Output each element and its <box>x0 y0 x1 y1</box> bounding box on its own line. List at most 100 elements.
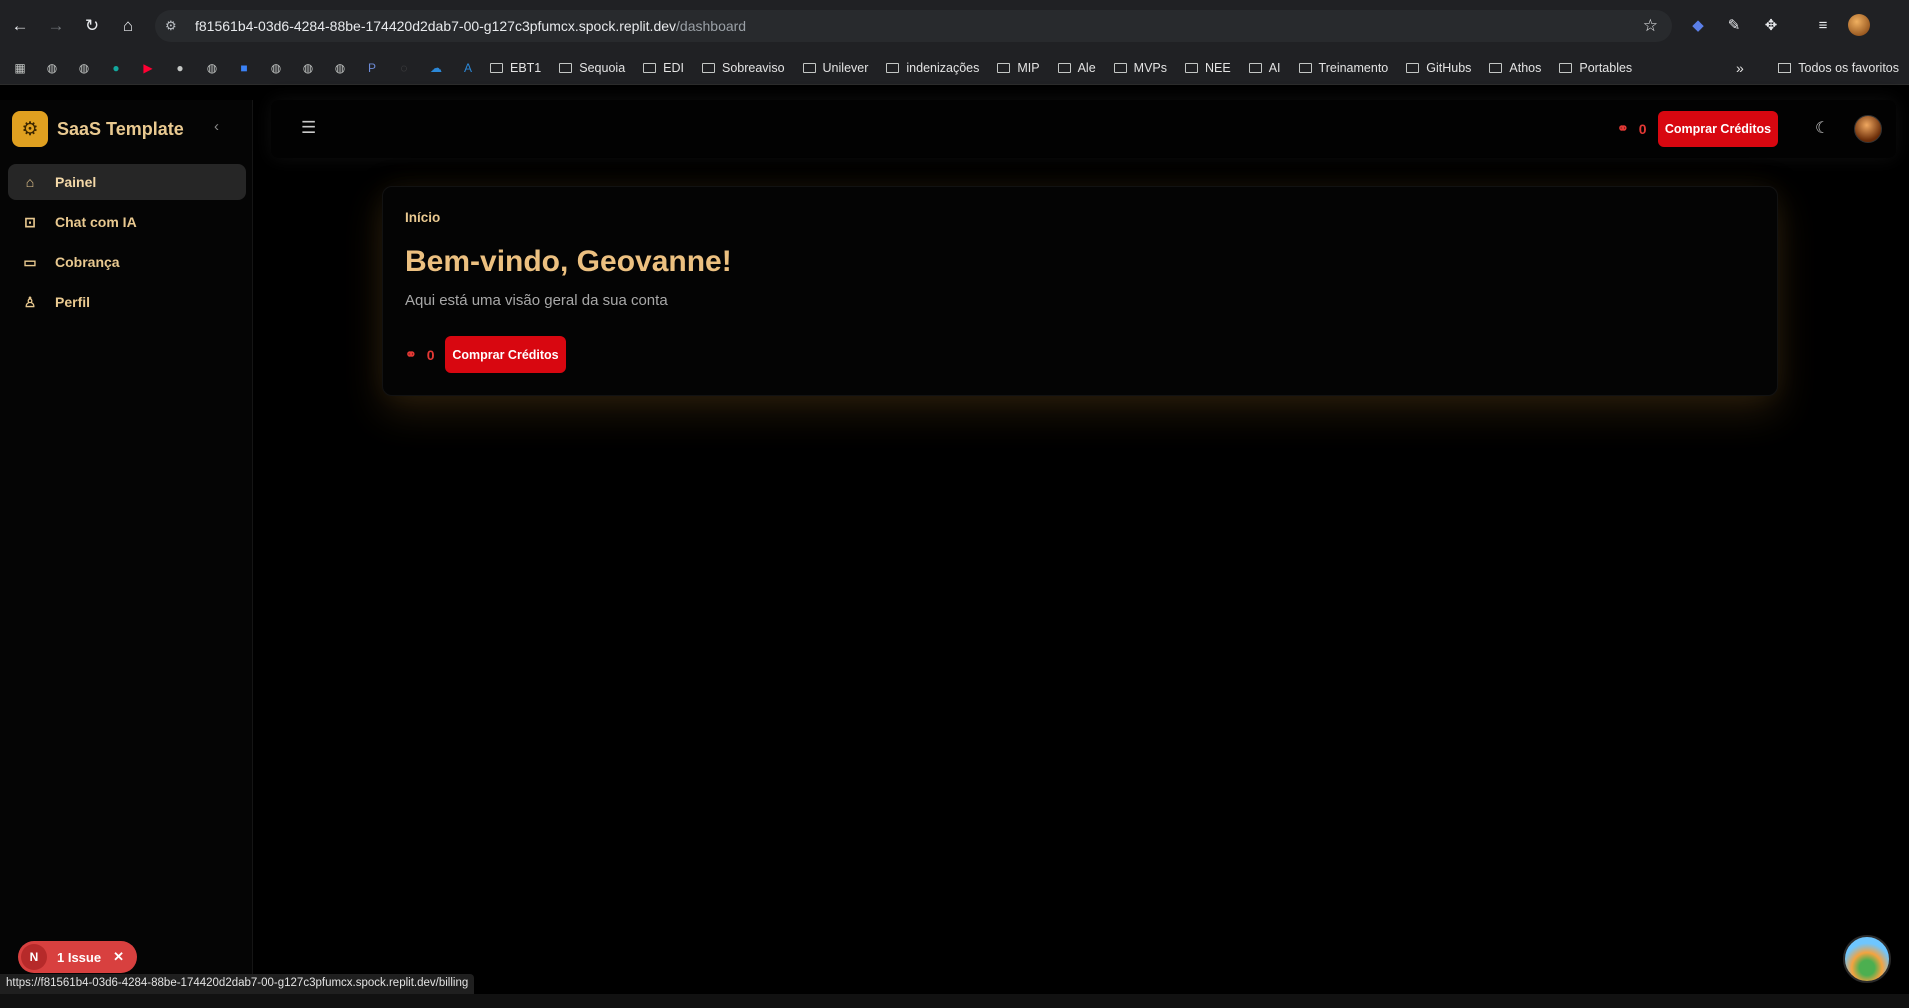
eyedropper-icon[interactable]: ✎ <box>1721 12 1747 38</box>
folder-icon <box>997 62 1011 73</box>
bookmark-azure-icon[interactable]: A <box>458 60 478 76</box>
bookmark-folder[interactable]: AI <box>1248 61 1281 75</box>
close-icon[interactable]: ✕ <box>113 949 124 965</box>
folder-icon <box>1113 62 1127 73</box>
bookmark-folder[interactable]: MIP <box>997 61 1040 75</box>
breadcrumb[interactable]: Início <box>405 210 440 225</box>
next-logo-icon: N <box>21 944 47 970</box>
all-bookmarks-folder[interactable]: Todos os favoritos <box>1778 51 1899 85</box>
menu-icon[interactable]: ☰ <box>301 118 316 138</box>
bookmark-globe-icon[interactable]: ◍ <box>202 60 222 76</box>
sidebar-item-cobranca[interactable]: ▭ Cobrança <box>8 244 246 280</box>
sidebar-item-painel[interactable]: ⌂ Painel <box>8 164 246 200</box>
bookmark-folder[interactable]: MVPs <box>1113 61 1167 75</box>
welcome-card: Início Bem-vindo, Geovanne! Aqui está um… <box>382 186 1778 396</box>
credits-counter: ⚭ 0 <box>405 346 435 363</box>
sidebar-item-label: Cobrança <box>55 254 120 270</box>
apps-grid-icon[interactable]: ▦ <box>10 60 30 76</box>
reload-button[interactable]: ↻ <box>78 12 106 40</box>
brand-name: SaaS Template <box>57 118 184 139</box>
address-bar[interactable]: ⚙ f81561b4-03d6-4284-88be-174420d2dab7-0… <box>155 10 1672 42</box>
credits-counter: ⚭ 0 <box>1617 120 1647 137</box>
buy-credits-button[interactable]: Comprar Créditos <box>445 336 566 373</box>
robot-icon: ⊡ <box>24 213 36 230</box>
credit-card-icon: ▭ <box>23 253 37 270</box>
bookmark-globe-icon[interactable]: ◍ <box>74 60 94 76</box>
sidebar-item-label: Chat com IA <box>55 214 137 230</box>
gear-logo-icon: ⚙ <box>12 111 48 147</box>
bookmark-sharepoint-icon[interactable]: ● <box>106 60 126 76</box>
bookmark-folder[interactable]: Treinamento <box>1298 61 1388 75</box>
credits-value: 0 <box>1638 120 1647 137</box>
page-subtitle: Aqui está uma visão geral da sua conta <box>405 292 668 309</box>
profile-avatar[interactable] <box>1848 14 1870 36</box>
avatar[interactable] <box>1854 115 1882 143</box>
bookmark-folder[interactable]: indenizações <box>886 61 979 75</box>
credits-value: 0 <box>426 346 435 363</box>
folder-icon <box>1406 62 1420 73</box>
bookmark-globe-icon[interactable]: ◍ <box>330 60 350 76</box>
folder-icon <box>559 62 573 73</box>
coins-icon: ⚭ <box>1617 120 1629 136</box>
extensions-puzzle-icon[interactable]: ✥ <box>1758 12 1784 38</box>
url-path: /dashboard <box>676 18 747 34</box>
bookmark-folder[interactable]: EBT1 <box>490 61 541 75</box>
sidebar-nav: ⌂ Painel ⊡ Chat com IA ▭ Cobrança ♙ Perf… <box>8 164 246 324</box>
bookmark-globe-icon[interactable]: ◍ <box>42 60 62 76</box>
assistant-avatar-button[interactable] <box>1843 935 1891 983</box>
sidebar-item-perfil[interactable]: ♙ Perfil <box>8 284 246 320</box>
folder-icon <box>643 62 657 73</box>
bookmark-folder[interactable]: Portables <box>1559 61 1632 75</box>
bookmark-folder[interactable]: NEE <box>1185 61 1231 75</box>
folder-icon <box>701 62 715 73</box>
app-header: ☰ ⚭ 0 Comprar Créditos ☾ <box>271 100 1896 158</box>
issue-label: 1 Issue <box>57 949 102 965</box>
bookmark-star-icon[interactable]: ☆ <box>1643 16 1658 36</box>
url-host: f81561b4-03d6-4284-88be-174420d2dab7-00-… <box>195 18 677 34</box>
bookmark-circle-icon[interactable]: ◌ <box>394 60 414 76</box>
bookmark-folder[interactable]: Athos <box>1489 61 1541 75</box>
sidebar: ⚙ SaaS Template ‹ ⌂ Painel ⊡ Chat com IA… <box>0 100 253 1008</box>
home-button[interactable]: ⌂ <box>114 12 142 40</box>
home-icon: ⌂ <box>25 174 35 190</box>
sidebar-item-label: Perfil <box>55 294 91 310</box>
more-bookmarks-button[interactable]: » <box>1736 51 1744 85</box>
bookmark-globe-icon[interactable]: ◍ <box>266 60 286 76</box>
site-info-icon[interactable]: ⚙ <box>165 18 195 34</box>
bookmark-folder[interactable]: Unilever <box>802 61 868 75</box>
folder-icon <box>1489 62 1503 73</box>
sidebar-item-label: Painel <box>55 174 97 190</box>
forward-button[interactable]: → <box>42 12 70 40</box>
user-icon: ♙ <box>23 293 37 310</box>
issue-badge[interactable]: N 1 Issue ✕ <box>18 941 137 973</box>
folder-icon <box>1057 62 1071 73</box>
bookmark-youtube-icon[interactable]: ▶ <box>138 60 158 76</box>
bookmark-app-icon[interactable]: ■ <box>234 60 254 76</box>
brand[interactable]: ⚙ SaaS Template <box>12 111 184 147</box>
bookmark-folder[interactable]: Sobreaviso <box>701 61 785 75</box>
bookmark-folder[interactable]: Sequoia <box>559 61 625 75</box>
bookmark-p-icon[interactable]: P <box>362 60 382 76</box>
bookmark-onedrive-icon[interactable]: ☁ <box>426 60 446 76</box>
sidebar-item-chat[interactable]: ⊡ Chat com IA <box>8 204 246 240</box>
back-button[interactable]: ← <box>6 12 34 40</box>
collapse-sidebar-button[interactable]: ‹ <box>214 118 219 135</box>
bookmark-folder[interactable]: EDI <box>643 61 684 75</box>
bookmark-github-icon[interactable]: ● <box>170 60 190 76</box>
bookmarks-bar: ▦ ◍ ◍ ● ▶ ● ◍ ■ ◍ ◍ ◍ P ◌ ☁ A EBT1 Sequo… <box>0 51 1909 85</box>
folder-icon <box>490 62 503 73</box>
coins-icon: ⚭ <box>405 346 417 362</box>
media-control-icon[interactable]: ≡ <box>1810 12 1836 38</box>
browser-toolbar: ← → ↻ ⌂ ⚙ f81561b4-03d6-4284-88be-174420… <box>0 0 1909 51</box>
extension-icon[interactable]: ◆ <box>1685 12 1711 38</box>
folder-icon <box>1248 62 1262 73</box>
folder-icon <box>886 62 900 73</box>
folder-icon <box>1298 62 1312 73</box>
folder-icon <box>1185 62 1199 73</box>
moon-icon[interactable]: ☾ <box>1815 118 1829 138</box>
folder-icon <box>802 62 816 73</box>
bookmark-folder[interactable]: Ale <box>1057 61 1096 75</box>
bookmark-folder[interactable]: GitHubs <box>1406 61 1471 75</box>
bookmark-globe-icon[interactable]: ◍ <box>298 60 318 76</box>
buy-credits-button[interactable]: Comprar Créditos <box>1658 111 1778 147</box>
